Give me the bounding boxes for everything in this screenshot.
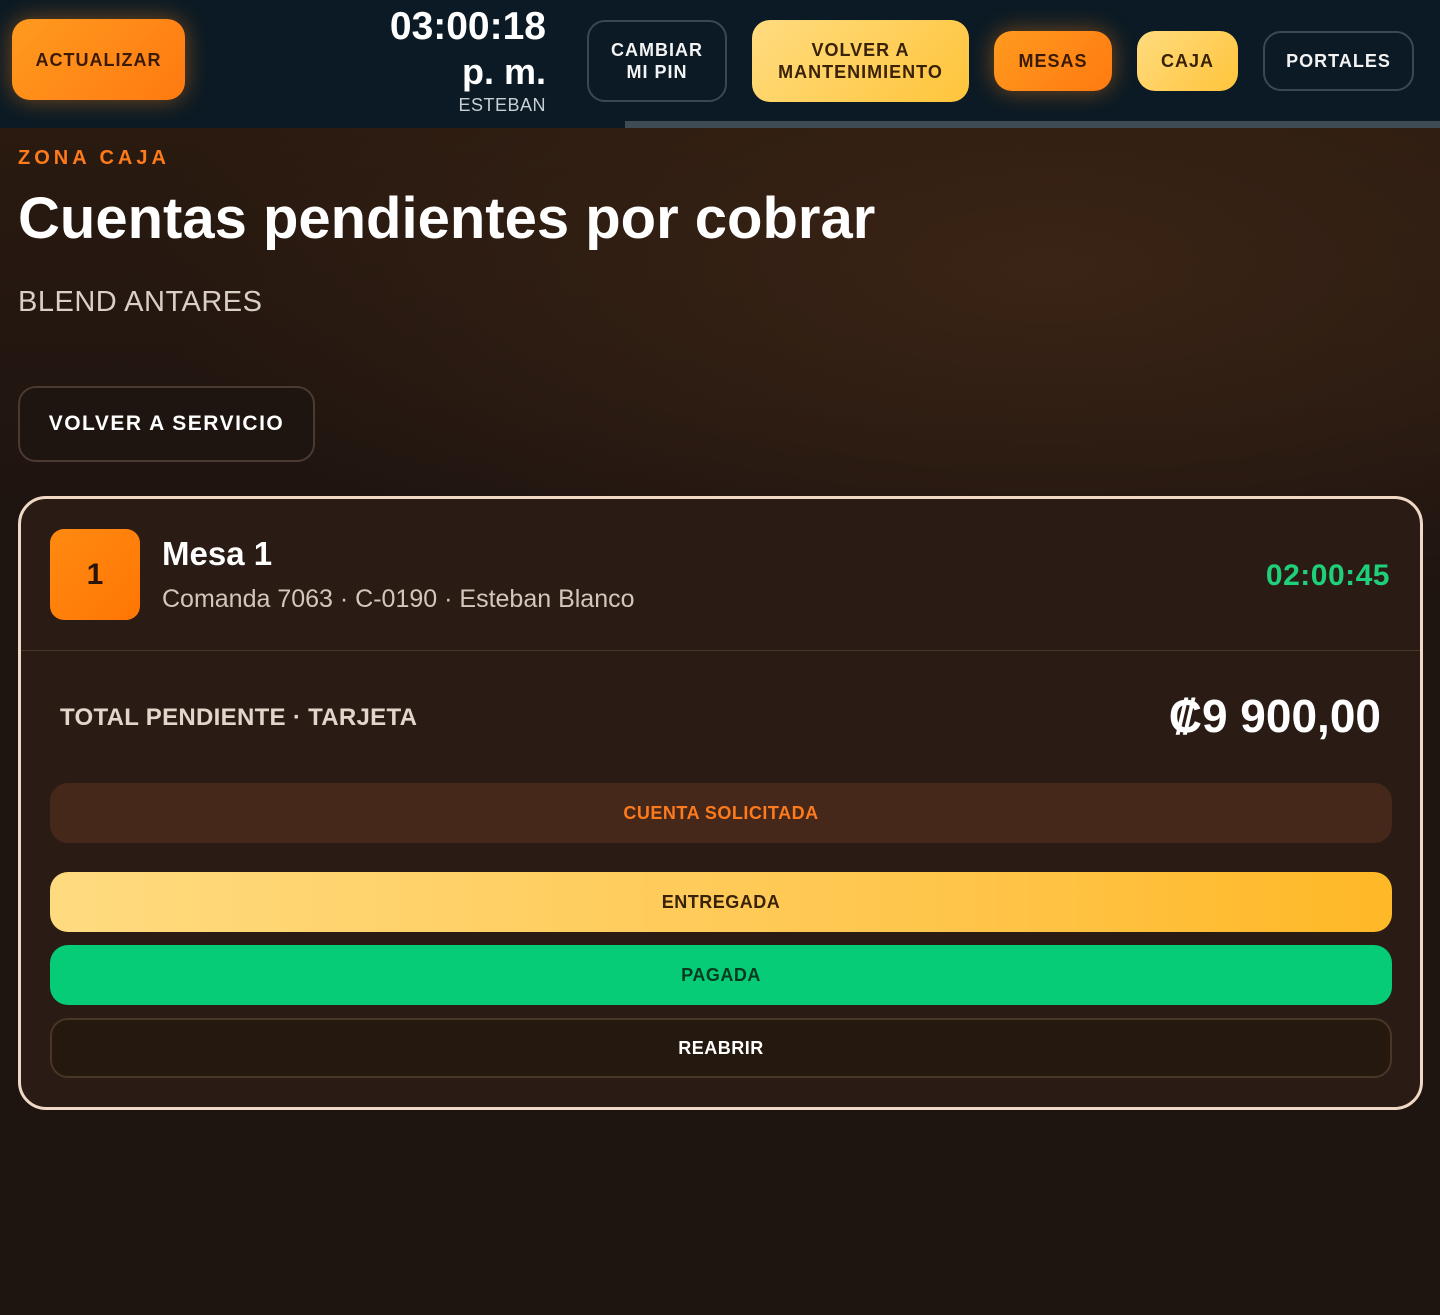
mark-delivered-button[interactable]: ENTREGADA [50, 872, 1392, 932]
order-meta: Comanda 7063 · C-0190 · Esteban Blanco [162, 585, 635, 613]
venue-name: BLEND ANTARES [18, 286, 263, 318]
clock: 03:00:18 p. m. ESTEBAN [360, 4, 546, 116]
tables-button[interactable]: MESAS [994, 31, 1112, 91]
top-bar-divider [625, 121, 1440, 128]
page-title: Cuentas pendientes por cobrar [18, 186, 876, 251]
total-label: TOTAL PENDIENTE · TARJETA [60, 704, 418, 731]
refresh-button[interactable]: ACTUALIZAR [12, 19, 185, 100]
mark-paid-button[interactable]: PAGADA [50, 945, 1392, 1005]
reopen-button[interactable]: REABRIR [50, 1018, 1392, 1078]
back-to-maintenance-button[interactable]: VOLVER A MANTENIMIENTO [752, 20, 969, 102]
account-card-header: 1 Mesa 1 Comanda 7063 · C-0190 · Esteban… [21, 499, 1420, 651]
cashier-button[interactable]: CAJA [1137, 31, 1238, 91]
clock-time: 03:00:18 [389, 5, 546, 48]
back-to-maintenance-label: VOLVER A MANTENIMIENTO [778, 40, 943, 82]
top-bar: ACTUALIZAR 03:00:18 p. m. ESTEBAN CAMBIA… [0, 0, 1440, 128]
table-number-badge: 1 [50, 529, 140, 620]
elapsed-timer: 02:00:45 [1265, 559, 1390, 592]
portals-button[interactable]: PORTALES [1263, 31, 1414, 91]
zone-label: ZONA CAJA [18, 147, 170, 169]
change-pin-button[interactable]: CAMBIAR MI PIN [587, 20, 727, 102]
back-to-service-button[interactable]: VOLVER A SERVICIO [18, 386, 315, 462]
total-amount: ₡9 900,00 [1168, 690, 1381, 742]
current-user: ESTEBAN [458, 95, 546, 115]
clock-ampm: p. m. [461, 51, 546, 92]
table-name: Mesa 1 [162, 535, 273, 572]
account-card: 1 Mesa 1 Comanda 7063 · C-0190 · Esteban… [18, 496, 1423, 1110]
change-pin-label: CAMBIAR MI PIN [611, 40, 703, 82]
status-requested-badge: CUENTA SOLICITADA [50, 783, 1392, 843]
